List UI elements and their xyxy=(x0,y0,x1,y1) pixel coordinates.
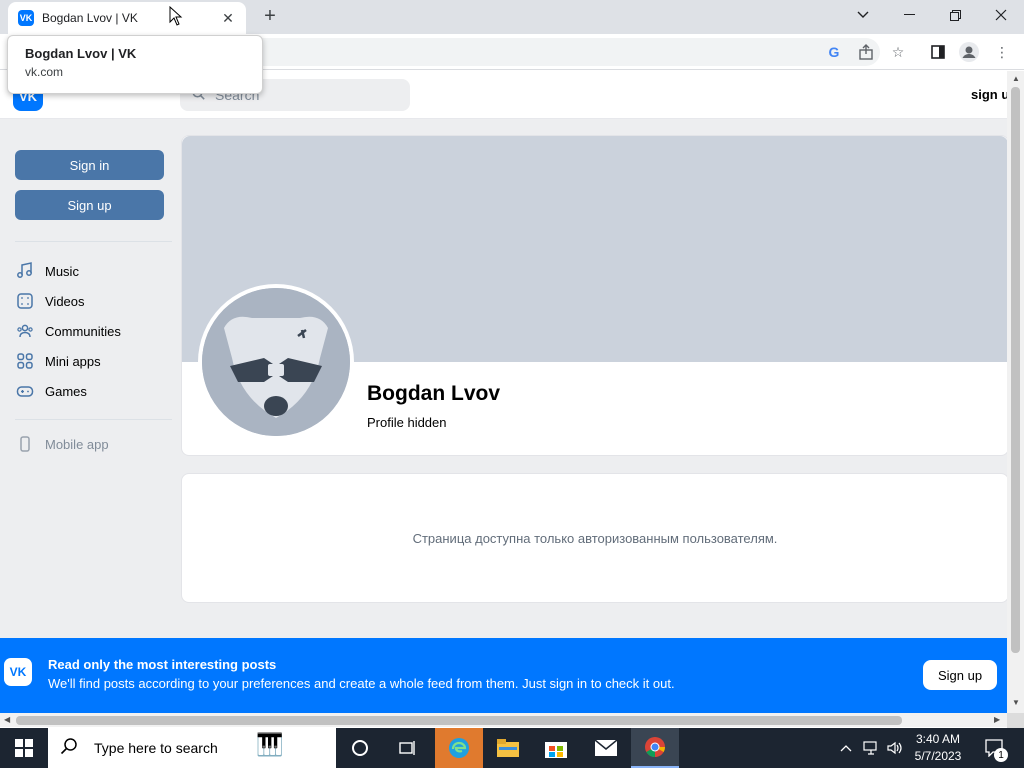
windows-taskbar: Type here to search 🎹 3:40 AM 5/7/2023 1 xyxy=(0,728,1024,768)
profile-card: Bogdan Lvov Profile hidden xyxy=(181,135,1007,456)
sidebar-divider xyxy=(15,419,172,420)
network-icon[interactable] xyxy=(860,728,882,768)
google-lens-icon[interactable]: G xyxy=(824,42,844,62)
close-window-button[interactable] xyxy=(978,0,1024,30)
profile-status: Profile hidden xyxy=(367,415,447,430)
signup-promo-banner: VK Read only the most interesting posts … xyxy=(0,638,1007,713)
scroll-up-arrow-icon[interactable]: ▲ xyxy=(1012,74,1020,83)
sidebar-item-mini-apps[interactable]: Mini apps xyxy=(15,348,172,374)
tab-title: Bogdan Lvov | VK xyxy=(42,11,138,25)
tab-hover-tooltip: Bogdan Lvov | VK vk.com xyxy=(7,35,263,94)
microsoft-store-icon[interactable] xyxy=(532,728,580,768)
music-icon xyxy=(15,261,35,281)
clock-time: 3:40 AM xyxy=(915,732,961,746)
taskbar-search-input[interactable]: Type here to search 🎹 xyxy=(48,728,336,768)
phone-icon xyxy=(15,434,35,454)
notification-center-icon[interactable]: 1 xyxy=(980,728,1010,768)
horizontal-scroll-thumb[interactable] xyxy=(16,716,902,725)
menu-kebab-icon[interactable]: ⋮ xyxy=(992,42,1012,62)
chrome-taskbar-icon[interactable] xyxy=(631,728,679,768)
users-icon xyxy=(15,321,35,341)
browser-tabbar: VK Bogdan Lvov | VK ✕ + xyxy=(0,0,1024,34)
vk-logo-icon: VK xyxy=(4,658,32,686)
side-panel-icon[interactable] xyxy=(928,42,948,62)
edge-browser-icon[interactable] xyxy=(435,728,483,768)
video-icon xyxy=(15,291,35,311)
vk-favicon-icon: VK xyxy=(18,10,34,26)
scroll-down-arrow-icon[interactable]: ▼ xyxy=(1012,698,1020,707)
tab-close-icon[interactable]: ✕ xyxy=(220,10,236,27)
sidebar-item-label: Mobile app xyxy=(45,436,109,452)
restore-button[interactable] xyxy=(932,0,978,30)
taskbar-search-placeholder: Type here to search xyxy=(94,740,218,756)
sidebar-item-games[interactable]: Games xyxy=(15,378,172,404)
banner-signup-button[interactable]: Sign up xyxy=(923,660,997,690)
mouse-cursor-icon xyxy=(169,6,183,26)
header-signup-link[interactable]: sign up xyxy=(971,87,1007,102)
tooltip-url: vk.com xyxy=(25,65,64,79)
cortana-icon[interactable] xyxy=(336,728,384,768)
sidebar-item-label: Videos xyxy=(45,293,85,309)
tooltip-title: Bogdan Lvov | VK xyxy=(25,46,137,61)
sidebar-item-label: Music xyxy=(45,263,79,279)
share-icon[interactable] xyxy=(856,42,876,62)
vertical-scrollbar[interactable]: ▲ ▼ xyxy=(1007,71,1024,713)
mail-icon[interactable] xyxy=(582,728,630,768)
sidebar-divider xyxy=(15,241,172,242)
task-view-icon[interactable] xyxy=(384,728,432,768)
auth-notice-card: Страница доступна только авторизованным … xyxy=(181,473,1007,603)
profile-name: Bogdan Lvov xyxy=(367,382,501,405)
bookmark-star-icon[interactable]: ☆ xyxy=(888,42,908,62)
browser-tab-active[interactable]: VK Bogdan Lvov | VK ✕ xyxy=(8,2,246,34)
scrollbar-corner xyxy=(1007,713,1024,728)
sidebar-item-music[interactable]: Music xyxy=(15,258,172,284)
horizontal-scrollbar[interactable]: ◀ ▶ xyxy=(0,713,1007,727)
notification-badge: 1 xyxy=(994,748,1008,762)
sidebar-item-label: Mini apps xyxy=(45,353,101,369)
vk-page: VK Search sign up Sign in Sign up Music … xyxy=(0,71,1007,713)
gamepad-icon xyxy=(15,381,35,401)
start-button[interactable] xyxy=(0,728,48,768)
banner-text: We'll find posts according to your prefe… xyxy=(48,676,675,691)
vertical-scroll-thumb[interactable] xyxy=(1011,87,1020,653)
clock-date: 5/7/2023 xyxy=(914,749,962,763)
profile-avatar-icon[interactable] xyxy=(959,42,979,62)
piano-music-icon: 🎹 xyxy=(256,732,284,757)
profile-avatar xyxy=(198,284,354,440)
deactivated-dog-avatar-icon xyxy=(202,288,350,436)
windows-logo-icon xyxy=(15,739,33,757)
file-explorer-icon[interactable] xyxy=(484,728,532,768)
sidebar-item-videos[interactable]: Videos xyxy=(15,288,172,314)
banner-title: Read only the most interesting posts xyxy=(48,657,277,672)
volume-icon[interactable] xyxy=(884,728,906,768)
sign-in-button[interactable]: Sign in xyxy=(15,150,164,180)
sidebar-item-label: Games xyxy=(45,383,87,399)
minimize-button[interactable] xyxy=(886,0,932,30)
sidebar-item-label: Communities xyxy=(45,323,121,339)
search-icon xyxy=(60,737,78,760)
sidebar-item-communities[interactable]: Communities xyxy=(15,318,172,344)
scroll-right-arrow-icon[interactable]: ▶ xyxy=(994,715,1000,724)
show-hidden-icons-chevron-icon[interactable] xyxy=(836,728,856,768)
scroll-left-arrow-icon[interactable]: ◀ xyxy=(4,715,10,724)
sidebar-item-mobile-app[interactable]: Mobile app xyxy=(15,431,172,457)
new-tab-button[interactable]: + xyxy=(260,5,280,27)
auth-notice-text: Страница доступна только авторизованным … xyxy=(412,530,778,546)
apps-icon xyxy=(15,351,35,371)
tab-search-chevron-icon[interactable] xyxy=(840,0,886,30)
taskbar-clock[interactable]: 3:40 AM 5/7/2023 xyxy=(908,731,968,765)
sign-up-button[interactable]: Sign up xyxy=(15,190,164,220)
